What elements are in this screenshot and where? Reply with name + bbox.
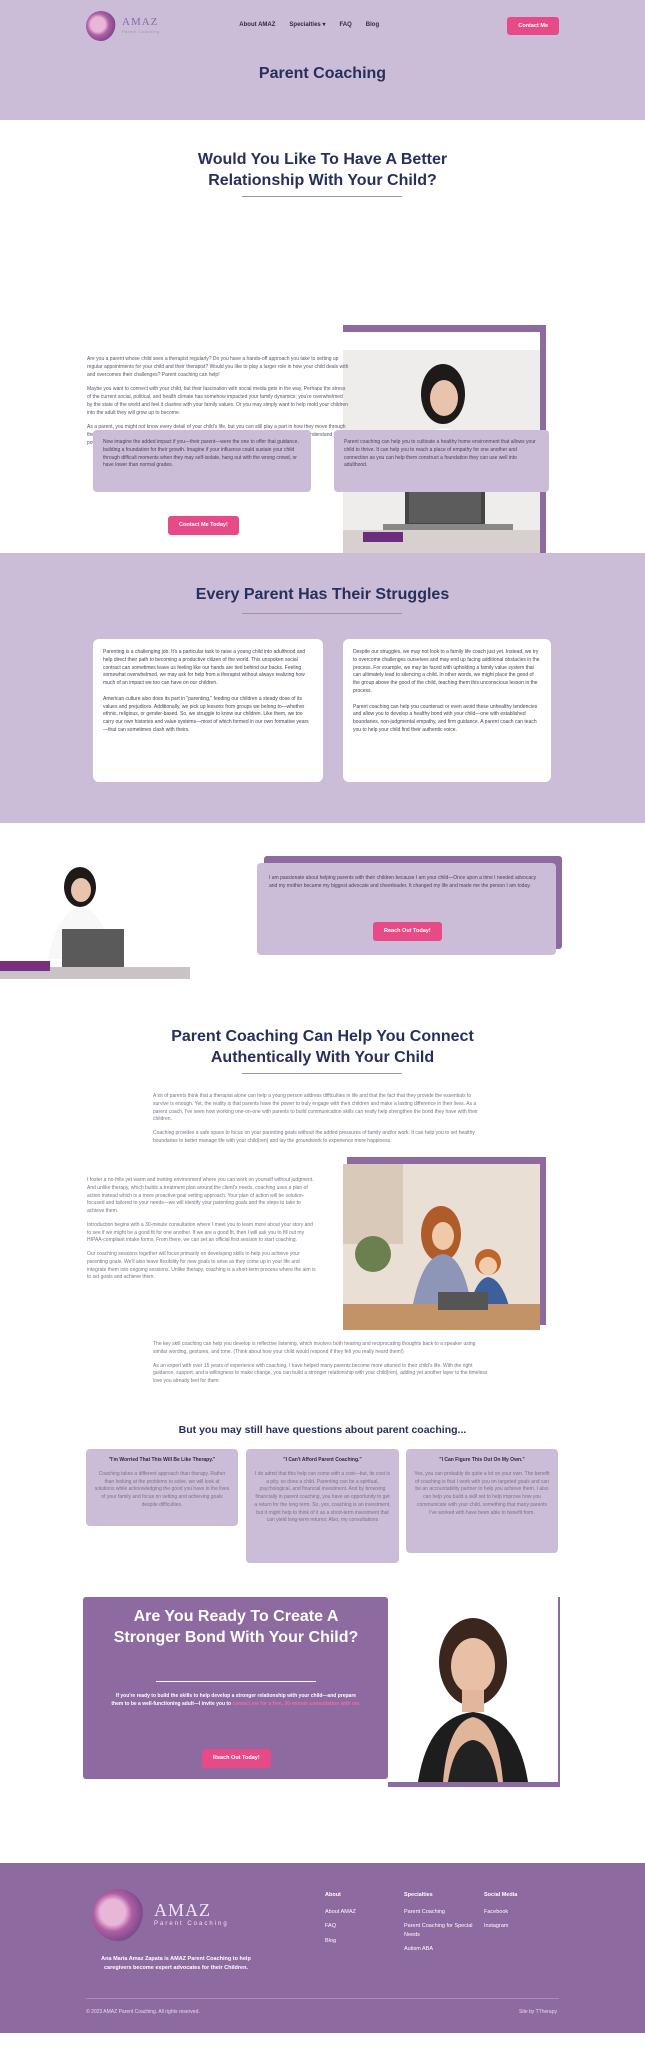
site-footer: AMAZ Parent Coaching Ana Maria Amaz Zapa… (0, 1863, 645, 2033)
connect-body: I foster a no-frills yet warm and inviti… (87, 1177, 317, 1288)
relationship-heading: Would You Like To Have A Better Relation… (197, 151, 448, 189)
coach-desk-image (0, 849, 190, 984)
footer-link-blog[interactable]: Blog (325, 1937, 395, 1946)
struggles-heading: Every Parent Has Their Struggles (195, 586, 450, 603)
nav-specialties-label: Specialties (289, 22, 321, 29)
footer-copyright: © 2023 AMAZ Parent Coaching. All rights … (86, 2009, 200, 2015)
faq-afford-text: I do admit that this help can come with … (254, 1470, 391, 1524)
connect-outro: The key skill coaching can help you deve… (153, 1341, 488, 1392)
connect-paragraph-5: Our coaching sessions together will focu… (87, 1251, 316, 1281)
passion-section: I am passionate about helping parents wi… (0, 823, 645, 1003)
passion-text: I am passionate about helping parents wi… (269, 875, 537, 889)
struggles-card-left: Parenting is a challenging job. It's a p… (93, 639, 323, 782)
hero-section: AMAZ Parent Coaching About AMAZ Specialt… (0, 0, 645, 120)
faq-heading: But you may still have questions about p… (178, 1424, 467, 1436)
footer-logo-mark-icon (92, 1889, 144, 1941)
reach-out-today-button[interactable]: Reach Out Today! (373, 922, 442, 941)
struggles-right-paragraph-2: Parent coaching can help you counteract … (353, 703, 538, 733)
struggles-card-right: Despite our struggles, we may not look t… (343, 639, 551, 782)
footer-bio: Ana Maria Amaz Zapata is AMAZ Parent Coa… (101, 1956, 251, 1971)
connect-paragraph-3: I foster a no-frills yet warm and inviti… (87, 1177, 314, 1214)
footer-logo-tagline: Parent Coaching (154, 1920, 229, 1927)
footer-logo[interactable]: AMAZ Parent Coaching (92, 1889, 229, 1941)
footer-link-about[interactable]: About AMAZ (325, 1908, 395, 1917)
footer-link-facebook[interactable]: Facebook (484, 1908, 554, 1917)
nav-faq[interactable]: FAQ (339, 21, 351, 30)
struggles-right-paragraph-1: Despite our struggles, we may not look t… (353, 649, 540, 694)
footer-link-parent-coaching[interactable]: Parent Coaching (404, 1908, 476, 1917)
coach-portrait (388, 1592, 558, 1782)
heading-divider (242, 196, 402, 197)
environment-card: Parent coaching can help you to cultivat… (334, 430, 549, 492)
cta-text: If you're ready to build the skills to h… (110, 1693, 362, 1709)
passion-card: I am passionate about helping parents wi… (257, 863, 556, 955)
footer-about-column: About About AMAZ FAQ Blog (325, 1891, 395, 1951)
cta-section: Are You Ready To Create A Stronger Bond … (0, 1523, 645, 1863)
faq-own-title: "I Can Figure This Out On My Own." (439, 1457, 525, 1463)
connect-heading: Parent Coaching Can Help You Connect Aut… (171, 1028, 474, 1066)
footer-credit[interactable]: Site by TTherapy (519, 2009, 557, 2017)
faq-therapy-text: Coaching takes a different approach than… (94, 1470, 230, 1508)
connect-intro: A lot of parents think that a therapist … (153, 1093, 488, 1152)
page-title: Parent Coaching (258, 65, 387, 82)
chevron-down-icon: ▾ (322, 22, 326, 29)
faq-therapy-title: "I'm Worried That This Will Be Like Ther… (108, 1457, 216, 1463)
footer-social-column: Social Media Facebook Instagram (484, 1891, 554, 1937)
footer-about-title: About (325, 1892, 341, 1898)
faq-card-therapy: "I'm Worried That This Will Be Like Ther… (86, 1449, 238, 1526)
connect-paragraph-4: Introduction begins with a 30-minute con… (87, 1221, 313, 1244)
impact-cards-row: Now imagine the added impact if you—thei… (0, 430, 645, 553)
family-photo (343, 1164, 540, 1330)
site-header: AMAZ Parent Coaching About AMAZ Specialt… (86, 8, 559, 44)
connect-paragraph-6: The key skill coaching can help you deve… (153, 1341, 476, 1355)
footer-link-autism-aba[interactable]: Autism ABA (404, 1945, 476, 1954)
nav-specialties[interactable]: Specialties ▾ (289, 21, 325, 30)
nav-about[interactable]: About AMAZ (239, 21, 275, 30)
cta-divider (156, 1681, 316, 1682)
logo-name: AMAZ (122, 16, 159, 29)
relationship-paragraph-2: Maybe you want to connect with your chil… (87, 386, 348, 416)
cta-heading: Are You Ready To Create A Stronger Bond … (113, 1608, 359, 1646)
faq-own-text: Yes, you can probably do quite a lot on … (414, 1470, 550, 1516)
connect-section: Parent Coaching Can Help You Connect Aut… (0, 1003, 645, 1563)
struggles-left-paragraph-1: Parenting is a challenging job. It's a p… (103, 649, 306, 686)
connect-paragraph-7: As an expert with over 15 years of exper… (153, 1362, 488, 1385)
nav-blog[interactable]: Blog (366, 21, 379, 30)
main-nav: About AMAZ Specialties ▾ FAQ Blog (239, 21, 379, 30)
footer-link-instagram[interactable]: Instagram (484, 1922, 554, 1931)
footer-specialties-column: Specialties Parent Coaching Parent Coach… (404, 1891, 476, 1960)
cta-reach-out-button[interactable]: Reach Out Today! (202, 1749, 271, 1768)
relationship-paragraph-1: Are you a parent whose child sees a ther… (87, 356, 349, 378)
logo[interactable]: AMAZ Parent Coaching (86, 11, 159, 41)
contact-button[interactable]: Contact Me (507, 16, 559, 36)
connect-divider (242, 1073, 402, 1074)
logo-tagline: Parent Coaching (122, 28, 160, 34)
struggles-divider (242, 613, 402, 614)
connect-paragraph-2: Coaching provides a safe space to focus … (153, 1130, 475, 1144)
struggles-section: Every Parent Has Their Struggles Parenti… (0, 553, 645, 823)
footer-specialties-title: Specialties (404, 1892, 433, 1898)
impact-card: Now imagine the added impact if you—thei… (93, 430, 311, 492)
footer-link-special-needs[interactable]: Parent Coaching for Special Needs (404, 1922, 476, 1939)
logo-mark-icon (86, 11, 116, 41)
faq-afford-title: "I Can't Afford Parent Coaching." (283, 1457, 362, 1463)
footer-logo-name: AMAZ (154, 1899, 211, 1920)
connect-paragraph-1: A lot of parents think that a therapist … (153, 1093, 478, 1123)
cta-consultation-link[interactable]: contact me for a free, 30-minute consult… (233, 1701, 361, 1707)
footer-link-faq[interactable]: FAQ (325, 1922, 395, 1931)
footer-divider (86, 1998, 559, 1999)
struggles-left-paragraph-2: American culture also does its part in "… (103, 695, 309, 733)
footer-social-title: Social Media (484, 1892, 518, 1898)
